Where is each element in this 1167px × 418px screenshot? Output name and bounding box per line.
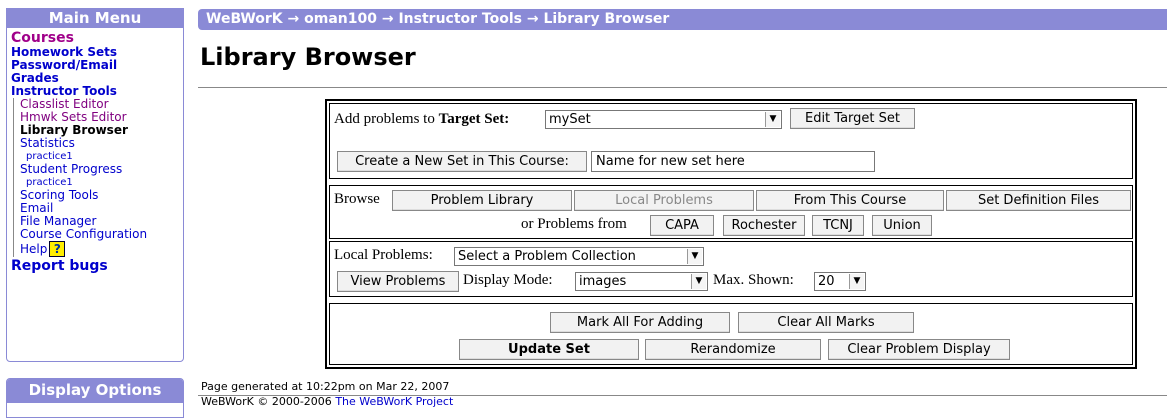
update-set-button[interactable]: Update Set	[459, 339, 639, 360]
chevron-down-icon: ▼	[687, 249, 702, 264]
local-problems-section: Local Problems: Select a Problem Collect…	[329, 241, 1133, 297]
sidebar-item-course-configuration[interactable]: Course Configuration	[13, 228, 183, 241]
clear-problem-display-button[interactable]: Clear Problem Display	[828, 339, 1010, 360]
rerandomize-button[interactable]: Rerandomize	[645, 339, 821, 360]
sidebar-item-report-bugs[interactable]: Report bugs	[11, 257, 183, 275]
tcnj-button[interactable]: TCNJ	[812, 215, 864, 236]
main-menu-title: Main Menu	[6, 8, 184, 28]
copyright-line: WeBWorK © 2000-2006 The WeBWorK Project	[201, 396, 453, 408]
rochester-button[interactable]: Rochester	[723, 215, 805, 236]
clear-all-marks-button[interactable]: Clear All Marks	[738, 312, 914, 333]
help-icon[interactable]: ?	[49, 241, 66, 257]
display-options-panel: Display Options	[6, 378, 184, 418]
chevron-down-icon: ▼	[691, 274, 706, 289]
target-set-label-bold: Target Set:	[438, 111, 510, 127]
sidebar-item-student-progress[interactable]: Student Progress	[13, 163, 183, 176]
view-problems-button[interactable]: View Problems	[337, 271, 459, 292]
chevron-down-icon: ▼	[765, 112, 780, 127]
breadcrumb: WeBWorK → oman100 → Instructor Tools → L…	[198, 9, 1167, 30]
from-this-course-button[interactable]: From This Course	[756, 190, 944, 211]
page-generated-text: Page generated at 10:22pm on Mar 22, 200…	[201, 380, 450, 393]
max-shown-select[interactable]: 20 ▼	[814, 272, 866, 291]
edit-target-set-button[interactable]: Edit Target Set	[790, 108, 915, 129]
local-problems-button[interactable]: Local Problems	[574, 190, 754, 211]
title-divider	[198, 87, 1167, 88]
library-browser-panel: Add problems to Target Set: mySet ▼ Edit…	[325, 99, 1137, 369]
sidebar-item-statistics[interactable]: Statistics	[13, 137, 183, 150]
footer-divider	[198, 395, 1167, 396]
copyright-text: WeBWorK © 2000-2006	[201, 395, 332, 408]
chevron-down-icon: ▼	[849, 274, 864, 289]
problem-collection-value: Select a Problem Collection	[458, 249, 636, 264]
problem-library-button[interactable]: Problem Library	[392, 190, 572, 211]
help-row: Help ?	[13, 241, 183, 257]
mark-all-for-adding-button[interactable]: Mark All For Adding	[550, 312, 730, 333]
display-mode-select[interactable]: images ▼	[575, 272, 708, 291]
target-set-select[interactable]: mySet ▼	[545, 110, 782, 129]
max-shown-label: Max. Shown:	[713, 272, 794, 288]
display-mode-label: Display Mode:	[463, 272, 553, 288]
browse-label: Browse	[334, 191, 380, 207]
max-shown-value: 20	[818, 274, 835, 289]
webwork-project-link[interactable]: The WeBWorK Project	[335, 395, 453, 408]
target-set-section: Add problems to Target Set: mySet ▼ Edit…	[329, 103, 1133, 179]
union-button[interactable]: Union	[872, 215, 932, 236]
main-menu: Main Menu Courses Homework Sets Password…	[6, 8, 184, 362]
target-set-label-prefix: Add problems to	[334, 111, 439, 127]
or-problems-from-label: or Problems from	[521, 216, 627, 232]
target-set-value: mySet	[549, 112, 591, 127]
local-problems-label: Local Problems:	[334, 247, 433, 263]
set-definition-files-button[interactable]: Set Definition Files	[946, 190, 1131, 211]
sidebar-item-courses[interactable]: Courses	[11, 30, 183, 46]
display-mode-value: images	[579, 274, 627, 289]
create-new-set-button[interactable]: Create a New Set in This Course:	[337, 151, 587, 172]
display-options-title: Display Options	[7, 379, 183, 403]
target-set-label: Add problems to Target Set:	[334, 111, 509, 128]
problem-collection-select[interactable]: Select a Problem Collection ▼	[454, 247, 704, 266]
page-title: Library Browser	[200, 43, 416, 71]
actions-section: Mark All For Adding Clear All Marks Upda…	[329, 303, 1133, 365]
sidebar-item-help[interactable]: Help	[20, 242, 47, 256]
capa-button[interactable]: CAPA	[650, 215, 714, 236]
new-set-name-input[interactable]: Name for new set here	[591, 151, 875, 172]
browse-section: Browse Problem Library Local Problems Fr…	[329, 185, 1133, 239]
